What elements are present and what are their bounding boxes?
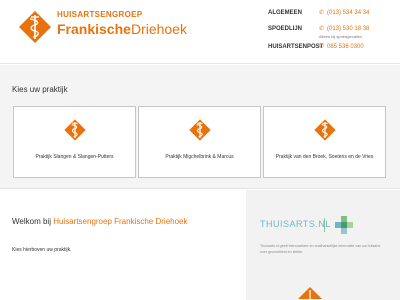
thuisarts-description: Thuisarts.nl geeft betrouwbare en onafha… xyxy=(260,244,381,254)
section-title: Kies uw praktijk xyxy=(12,85,68,94)
logo-top-text: HUISARTSENGROEP xyxy=(57,10,143,19)
caduceus-icon xyxy=(298,287,322,299)
site-logo[interactable]: HUISARTSENGROEP FrankischeDriehoek xyxy=(17,7,187,47)
contact-label: HUISARTSENPOST xyxy=(268,44,324,50)
contact-number-link[interactable]: 085 536 0300 xyxy=(327,44,364,50)
phone-icon: ✆ xyxy=(319,44,325,50)
contact-list: ALGEMEEN ✆ (013) 534 34 34 SPOEDLIJN ✆ (… xyxy=(268,9,398,59)
contact-row-huisartsenpost: HUISARTSENPOST ✆ 085 536 0300 xyxy=(268,43,398,55)
phone-icon: ✆ xyxy=(319,26,325,32)
welcome-brand: Huisartsengroep Frankische Driehoek xyxy=(53,217,188,226)
logo-main-text: FrankischeDriehoek xyxy=(57,21,187,37)
practice-card-label: Praktijk van den Broek, Soetens en de Vr… xyxy=(275,154,374,160)
welcome-heading: Welkom bij Huisartsengroep Frankische Dr… xyxy=(12,217,188,226)
thuisarts-divider xyxy=(324,218,325,232)
logo-main-light: Driehoek xyxy=(130,21,187,37)
logo-main-bold: Frankische xyxy=(57,21,131,37)
contact-row-spoedlijn: SPOEDLIJN ✆ (013) 530 18 38 Alleen bij s… xyxy=(268,25,398,39)
practice-card-van-den-broek[interactable]: Praktijk van den Broek, Soetens en de Vr… xyxy=(263,106,386,178)
thuisarts-logo[interactable]: THUISARTS.NL xyxy=(260,219,331,229)
thuisarts-panel: THUISARTS.NL Thuisarts.nl geeft betrouwb… xyxy=(246,190,400,300)
page: HUISARTSENGROEP FrankischeDriehoek ALGEM… xyxy=(0,0,400,300)
contact-row-algemeen: ALGEMEEN ✆ (013) 534 34 34 xyxy=(268,9,398,21)
caduceus-icon xyxy=(63,119,86,141)
phone-icon: ✆ xyxy=(319,10,325,16)
contact-label: ALGEMEEN xyxy=(268,10,303,16)
caduceus-icon xyxy=(313,119,336,141)
welcome-hint: Kies hierboven uw praktijk. xyxy=(12,247,72,253)
practice-card-migchelbrink[interactable]: Praktijk Migchelbrink & Marcus xyxy=(138,106,261,178)
contact-number-link[interactable]: (013) 534 34 34 xyxy=(327,10,369,16)
caduceus-logo-icon xyxy=(19,11,51,43)
caduceus-icon xyxy=(188,119,211,141)
contact-number-link[interactable]: (013) 530 18 38 xyxy=(327,26,369,32)
site-header: HUISARTSENGROEP FrankischeDriehoek ALGEM… xyxy=(0,0,400,64)
practice-card-label: Praktijk Migchelbrink & Marcus xyxy=(165,154,234,160)
practice-card-label: Praktijk Slangen & Slangen-Putters xyxy=(35,154,114,160)
thuisarts-cross-icon xyxy=(335,216,353,234)
practice-chooser: Kies uw praktijk Praktijk Slangen & Slan… xyxy=(0,65,400,189)
contact-subtext: Alleen bij spoedgevallen xyxy=(319,34,363,39)
contact-label: SPOEDLIJN xyxy=(268,26,303,32)
welcome-prefix: Welkom bij xyxy=(12,217,54,226)
practice-card-slangen[interactable]: Praktijk Slangen & Slangen-Putters xyxy=(13,106,136,178)
